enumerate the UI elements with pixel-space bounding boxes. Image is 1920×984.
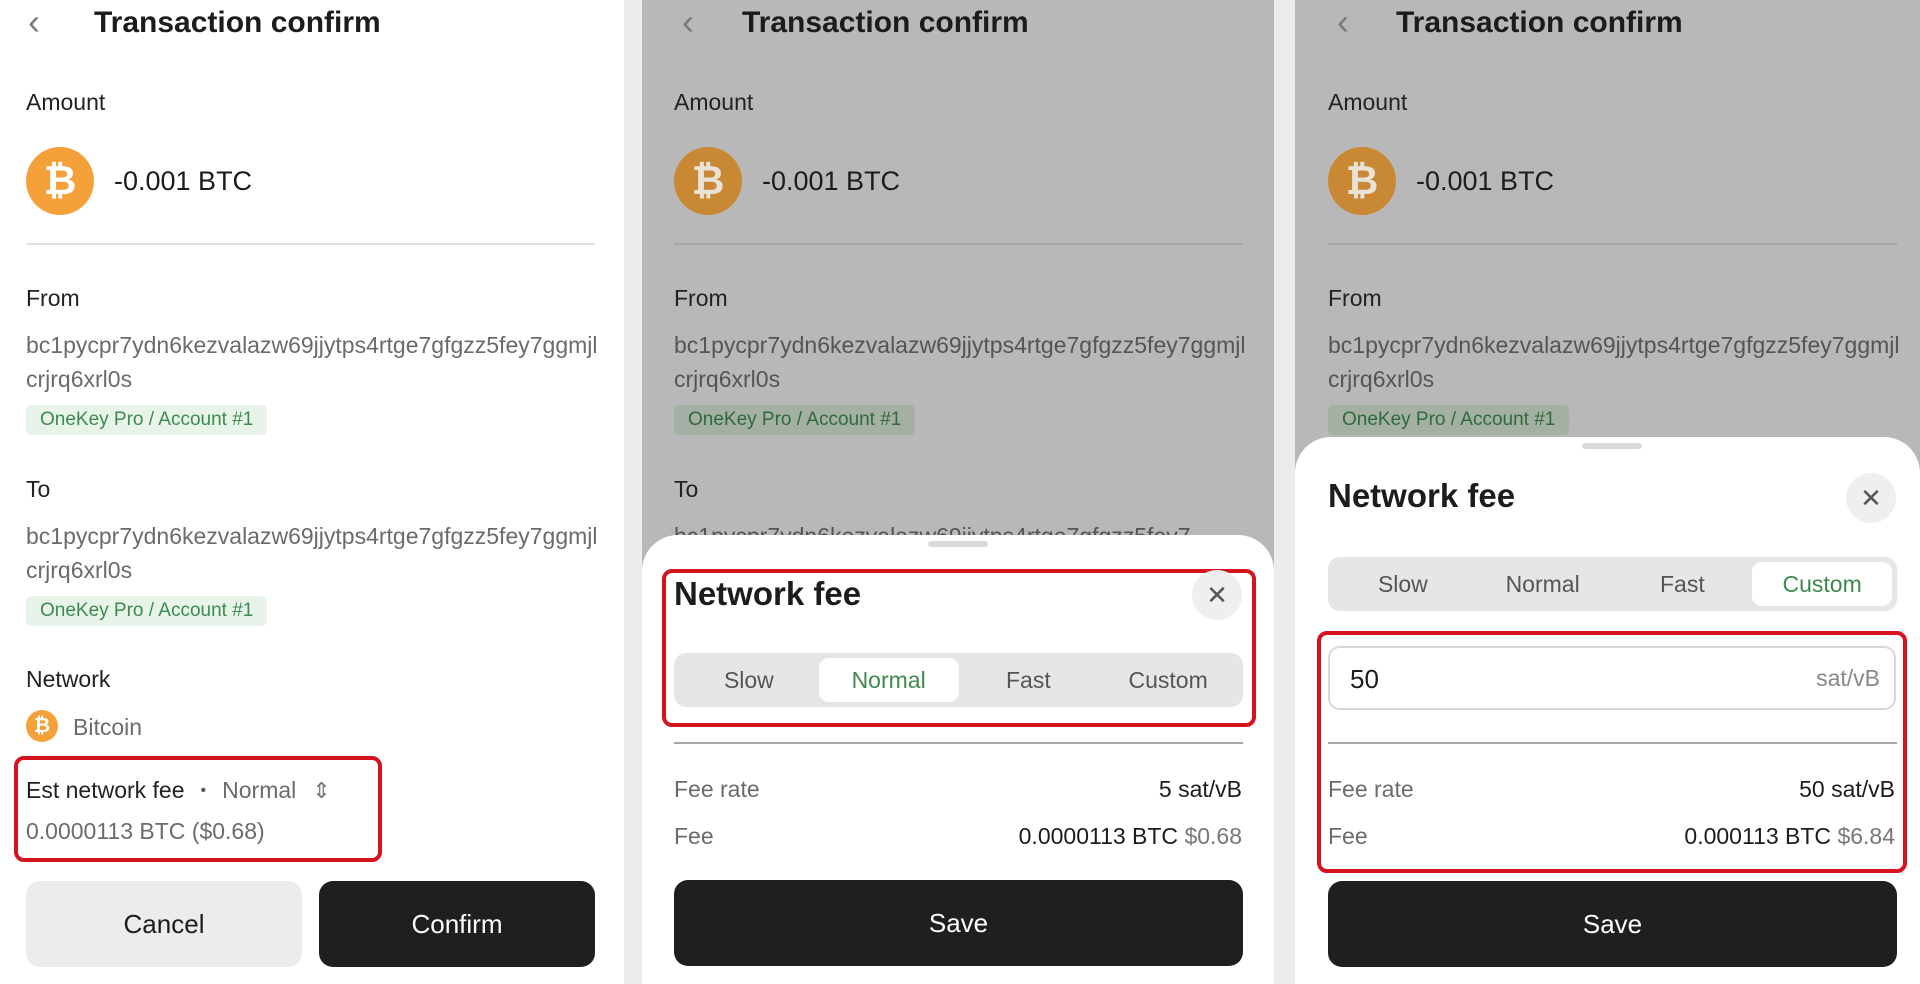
- tab-custom[interactable]: Custom: [1752, 562, 1892, 606]
- fee-label: Fee: [1328, 823, 1368, 849]
- divider: [674, 742, 1243, 744]
- confirm-button[interactable]: Confirm: [319, 881, 595, 967]
- bitcoin-icon: ₿: [674, 147, 742, 215]
- close-icon[interactable]: ✕: [1192, 570, 1242, 620]
- fee-btc: 0.000113 BTC: [1684, 823, 1832, 849]
- from-account-badge: OneKey Pro / Account #1: [674, 405, 916, 435]
- fee-value: 0.000113 BTC $6.84: [1684, 823, 1895, 850]
- panel-divider: [1274, 0, 1295, 984]
- from-label: From: [1328, 285, 1382, 311]
- save-button[interactable]: Save: [1328, 881, 1897, 967]
- fee-rate-label: Fee rate: [1328, 776, 1414, 802]
- up-down-chevron-icon: ⇕: [312, 777, 331, 803]
- fee-rate-label: Fee rate: [674, 776, 760, 802]
- back-chevron-icon[interactable]: ‹: [1337, 2, 1349, 42]
- bitcoin-small-icon: ₿: [26, 710, 58, 742]
- bitcoin-icon: ₿: [26, 147, 94, 215]
- bitcoin-icon: ₿: [1328, 147, 1396, 215]
- tab-normal[interactable]: Normal: [1473, 562, 1613, 606]
- panel-divider: [624, 0, 642, 984]
- fee-usd: $0.68: [1184, 823, 1242, 849]
- est-fee-value: 0.0000113 BTC ($0.68): [26, 818, 265, 844]
- to-label: To: [674, 476, 699, 502]
- close-icon[interactable]: ✕: [1846, 473, 1896, 523]
- cancel-button[interactable]: Cancel: [26, 881, 302, 967]
- fee-rate-value: 50 sat/vB: [1799, 776, 1895, 802]
- to-label: To: [26, 476, 51, 502]
- fee-rate-input[interactable]: 50 sat/vB: [1328, 646, 1896, 710]
- fee-speed-tabs: Slow Normal Fast Custom: [674, 653, 1243, 707]
- fee-btc: 0.0000113 BTC: [1018, 823, 1179, 849]
- fee-value: 0.0000113 BTC $0.68: [1019, 823, 1242, 850]
- tab-fast[interactable]: Fast: [1613, 562, 1753, 606]
- highlight-box: [14, 756, 382, 862]
- to-address: bc1pycpr7ydn6kezvalazw69jjytps4rtge7gfgz…: [26, 523, 598, 583]
- from-address: bc1pycpr7ydn6kezvalazw69jjytps4rtge7gfgz…: [674, 332, 1246, 392]
- save-button[interactable]: Save: [674, 880, 1243, 966]
- back-chevron-icon[interactable]: ‹: [28, 2, 40, 42]
- from-label: From: [26, 285, 80, 311]
- divider: [26, 243, 595, 245]
- fee-rate-unit: sat/vB: [1816, 665, 1880, 691]
- page-title: Transaction confirm: [94, 6, 381, 39]
- from-account-badge: OneKey Pro / Account #1: [1328, 405, 1570, 435]
- from-label: From: [674, 285, 728, 311]
- tab-normal[interactable]: Normal: [818, 658, 959, 702]
- fee-label: Fee: [674, 823, 714, 849]
- divider: [1328, 742, 1897, 744]
- confirm-screen-2: ‹ Transaction confirm Amount ₿ -0.001 BT…: [642, 0, 1274, 984]
- from-account-badge: OneKey Pro / Account #1: [26, 405, 268, 435]
- from-address: bc1pycpr7ydn6kezvalazw69jjytps4rtge7gfgz…: [26, 332, 598, 392]
- network-fee-sheet: Network fee ✕ Slow Normal Fast Custom 50…: [1295, 437, 1920, 984]
- page-title: Transaction confirm: [1396, 6, 1683, 39]
- fee-speed-tabs: Slow Normal Fast Custom: [1328, 557, 1897, 611]
- from-address: bc1pycpr7ydn6kezvalazw69jjytps4rtge7gfgz…: [1328, 332, 1900, 392]
- back-chevron-icon[interactable]: ‹: [682, 2, 694, 42]
- network-value: Bitcoin: [73, 714, 143, 740]
- amount-value: -0.001 BTC: [114, 166, 253, 196]
- divider: [674, 243, 1243, 245]
- amount-value: -0.001 BTC: [1416, 166, 1555, 196]
- separator-dot: •: [200, 781, 207, 799]
- est-fee-speed: Normal: [222, 777, 297, 803]
- tab-custom[interactable]: Custom: [1098, 658, 1238, 702]
- confirm-screen-1: ‹ Transaction confirm Amount ₿ -0.001 BT…: [0, 0, 624, 984]
- network-fee-sheet: Network fee ✕ Slow Normal Fast Custom Fe…: [642, 535, 1274, 984]
- amount-label: Amount: [26, 89, 106, 115]
- est-fee-selector[interactable]: Est network fee • Normal ⇕: [26, 777, 331, 804]
- tab-fast[interactable]: Fast: [959, 658, 1099, 702]
- fee-rate-value: 5 sat/vB: [1158, 776, 1242, 802]
- est-fee-label: Est network fee: [26, 777, 185, 803]
- to-account-badge: OneKey Pro / Account #1: [26, 596, 268, 626]
- fee-usd: $6.84: [1837, 823, 1895, 849]
- tab-slow[interactable]: Slow: [679, 658, 819, 702]
- sheet-title: Network fee: [1328, 477, 1516, 514]
- confirm-screen-3: ‹ Transaction confirm Amount ₿ -0.001 BT…: [1295, 0, 1920, 984]
- sheet-title: Network fee: [674, 575, 862, 612]
- tab-slow[interactable]: Slow: [1333, 562, 1473, 606]
- page-title: Transaction confirm: [742, 6, 1029, 39]
- network-label: Network: [26, 666, 111, 692]
- divider: [1328, 243, 1897, 245]
- amount-label: Amount: [674, 89, 754, 115]
- sheet-grip[interactable]: [928, 541, 988, 547]
- amount-value: -0.001 BTC: [762, 166, 901, 196]
- fee-rate-input-value[interactable]: 50: [1350, 664, 1379, 695]
- amount-label: Amount: [1328, 89, 1408, 115]
- sheet-grip[interactable]: [1582, 443, 1642, 449]
